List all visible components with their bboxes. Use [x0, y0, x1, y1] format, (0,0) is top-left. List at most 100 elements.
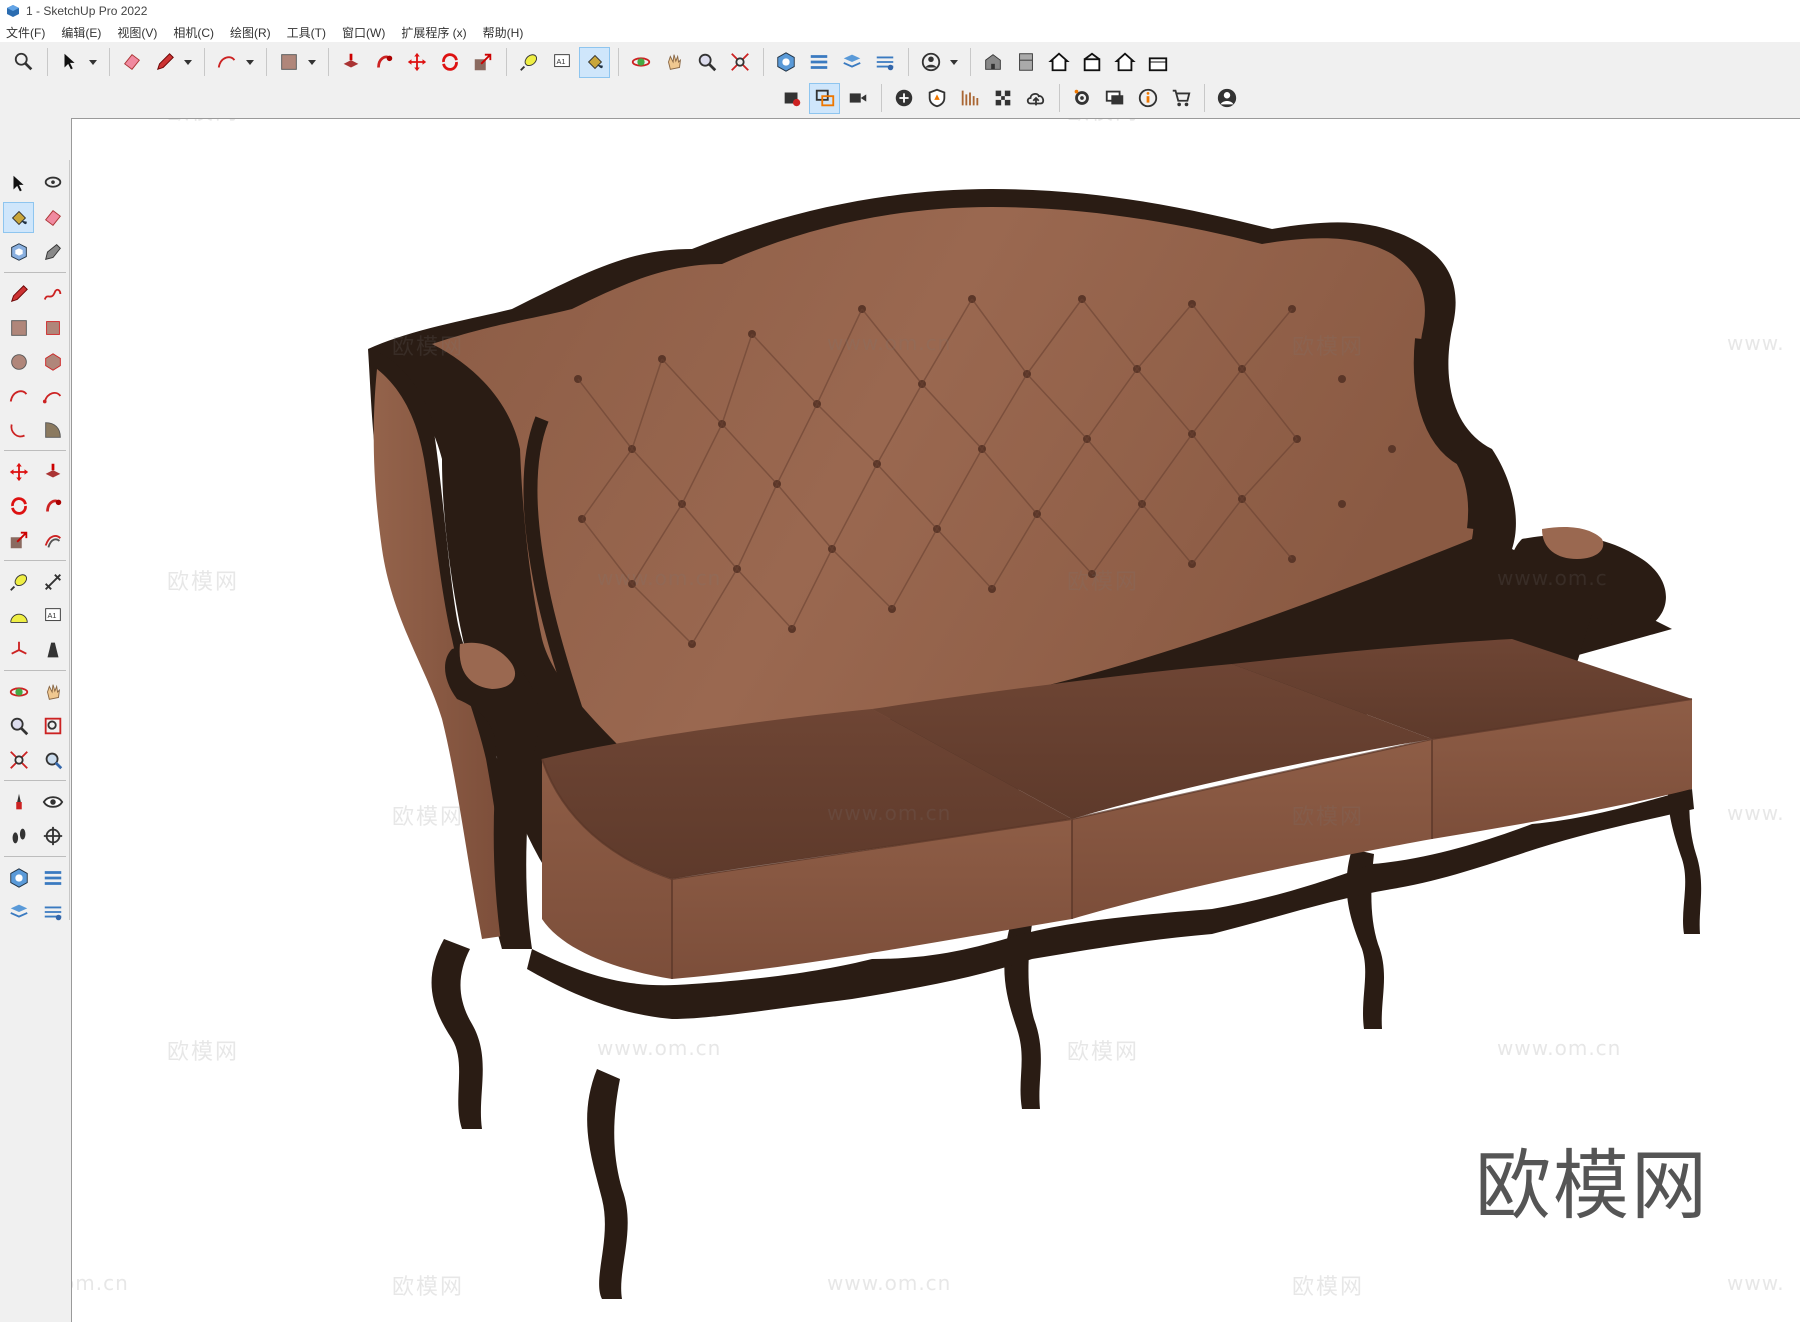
- account-tool-button[interactable]: [915, 47, 946, 78]
- menu-edit[interactable]: 编辑(E): [61, 24, 101, 41]
- left-axes-button[interactable]: [3, 634, 34, 665]
- left-text-button[interactable]: A1: [37, 600, 68, 631]
- left-polygon-button[interactable]: [37, 346, 68, 377]
- left-extension-warehouse-button[interactable]: [37, 862, 68, 893]
- left-warehouse-button[interactable]: [3, 862, 34, 893]
- left-tape-measure-button[interactable]: [3, 566, 34, 597]
- select-tool-dropdown[interactable]: [87, 47, 99, 78]
- pencil-tool-button[interactable]: [149, 47, 180, 78]
- cloud-upload-button[interactable]: [1020, 83, 1051, 114]
- rectangle-tool-button[interactable]: [273, 47, 304, 78]
- menu-view[interactable]: 视图(V): [117, 24, 157, 41]
- left-push-pull-button[interactable]: [37, 456, 68, 487]
- left-rotate-button[interactable]: [3, 490, 34, 521]
- left-eraser-button[interactable]: [37, 202, 68, 233]
- left-view-button[interactable]: [1142, 47, 1173, 78]
- left-position-camera-button[interactable]: [3, 786, 34, 817]
- right-view-button[interactable]: [1076, 47, 1107, 78]
- rotate-tool-button[interactable]: [434, 47, 465, 78]
- drawing-viewport[interactable]: 欧模网 www.om.cn 欧模网 www.om.cn 欧模网 www.om.c…: [71, 118, 1800, 1322]
- rectangle-tool-dropdown[interactable]: [306, 47, 318, 78]
- account-tool-dropdown[interactable]: [948, 47, 960, 78]
- layout-tool-button[interactable]: [836, 47, 867, 78]
- left-make-component-button[interactable]: [3, 236, 34, 267]
- left-layout-button[interactable]: [3, 896, 34, 927]
- zoom-tool-button[interactable]: [691, 47, 722, 78]
- select-tool-button[interactable]: [54, 47, 85, 78]
- search-tool-button[interactable]: [8, 47, 39, 78]
- left-tag-tool-button[interactable]: [37, 236, 68, 267]
- paint-bucket-tool-button[interactable]: [579, 46, 610, 78]
- left-move-button[interactable]: [3, 456, 34, 487]
- left-pan-button[interactable]: [37, 676, 68, 707]
- menu-window[interactable]: 窗口(W): [342, 24, 385, 41]
- top-view-button[interactable]: [1010, 47, 1041, 78]
- orbit-tool-button[interactable]: [625, 47, 656, 78]
- left-section-button[interactable]: [37, 820, 68, 851]
- left-paint-bucket-button[interactable]: [3, 202, 34, 233]
- left-freehand-button[interactable]: [37, 278, 68, 309]
- arc-tool-dropdown[interactable]: [244, 47, 256, 78]
- left-zoom-extents-button[interactable]: [3, 744, 34, 775]
- back-view-button[interactable]: [1109, 47, 1140, 78]
- menu-tools[interactable]: 工具(T): [287, 24, 326, 41]
- left-offset-button[interactable]: [37, 524, 68, 555]
- left-protractor-button[interactable]: [3, 600, 34, 631]
- eraser-tool-button[interactable]: [116, 47, 147, 78]
- section-plane-button[interactable]: [809, 82, 840, 114]
- menu-file[interactable]: 文件(F): [6, 24, 45, 41]
- profile-tool-button[interactable]: [1211, 83, 1242, 114]
- menu-help[interactable]: 帮助(H): [483, 24, 524, 41]
- left-zoom-button[interactable]: [3, 710, 34, 741]
- left-zoom-window-button[interactable]: [37, 710, 68, 741]
- left-arc-button[interactable]: [3, 380, 34, 411]
- menu-camera[interactable]: 相机(C): [173, 24, 214, 41]
- front-view-button[interactable]: [1043, 47, 1074, 78]
- left-circle-button[interactable]: [3, 346, 34, 377]
- pan-tool-button[interactable]: [658, 47, 689, 78]
- iso-view-button[interactable]: [977, 47, 1008, 78]
- left-dimension-button[interactable]: [37, 566, 68, 597]
- tape-measure-tool-button[interactable]: [513, 47, 544, 78]
- text-icon: A1: [553, 54, 570, 68]
- add-location-button[interactable]: [888, 83, 919, 114]
- style-builder-button[interactable]: [776, 83, 807, 114]
- extension-manager-button[interactable]: [1066, 83, 1097, 114]
- video-camera-button[interactable]: [842, 83, 873, 114]
- zoom-extents-tool-button[interactable]: [724, 47, 755, 78]
- left-look-around-button[interactable]: [37, 786, 68, 817]
- left-rotated-rectangle-button[interactable]: [37, 312, 68, 343]
- sandbox-tool-button[interactable]: [954, 83, 985, 114]
- menu-extensions[interactable]: 扩展程序 (x): [401, 24, 466, 41]
- left-scale-button[interactable]: [3, 524, 34, 555]
- extension-warehouse-tool-button[interactable]: [803, 47, 834, 78]
- warehouse-tool-button[interactable]: [770, 47, 801, 78]
- chat-tool-button[interactable]: [1099, 83, 1130, 114]
- left-lasso-button[interactable]: [37, 168, 68, 199]
- left-pie-button[interactable]: [37, 414, 68, 445]
- menu-draw[interactable]: 绘图(R): [230, 24, 271, 41]
- pencil-tool-dropdown[interactable]: [182, 47, 194, 78]
- checker-tool-button[interactable]: [987, 83, 1018, 114]
- text-tool-button[interactable]: A1: [546, 47, 577, 78]
- left-walk-button[interactable]: [3, 820, 34, 851]
- share-tool-button[interactable]: [869, 47, 900, 78]
- info-tool-button[interactable]: [1132, 83, 1163, 114]
- follow-me-tool-button[interactable]: [368, 47, 399, 78]
- left-follow-me-button[interactable]: [37, 490, 68, 521]
- left-three-point-arc-button[interactable]: [3, 414, 34, 445]
- shield-extension-button[interactable]: [921, 83, 952, 114]
- left-share-button[interactable]: [37, 896, 68, 927]
- left-previous-view-button[interactable]: [37, 744, 68, 775]
- left-two-point-arc-button[interactable]: [37, 380, 68, 411]
- left-line-button[interactable]: [3, 278, 34, 309]
- left-rectangle-button[interactable]: [3, 312, 34, 343]
- push-pull-tool-button[interactable]: [335, 47, 366, 78]
- arc-tool-button[interactable]: [211, 47, 242, 78]
- left-orbit-button[interactable]: [3, 676, 34, 707]
- cart-tool-button[interactable]: [1165, 83, 1196, 114]
- move-tool-button[interactable]: [401, 47, 432, 78]
- scale-tool-button[interactable]: [467, 47, 498, 78]
- left-3d-text-button[interactable]: [37, 634, 68, 665]
- left-select-button[interactable]: [3, 168, 34, 199]
